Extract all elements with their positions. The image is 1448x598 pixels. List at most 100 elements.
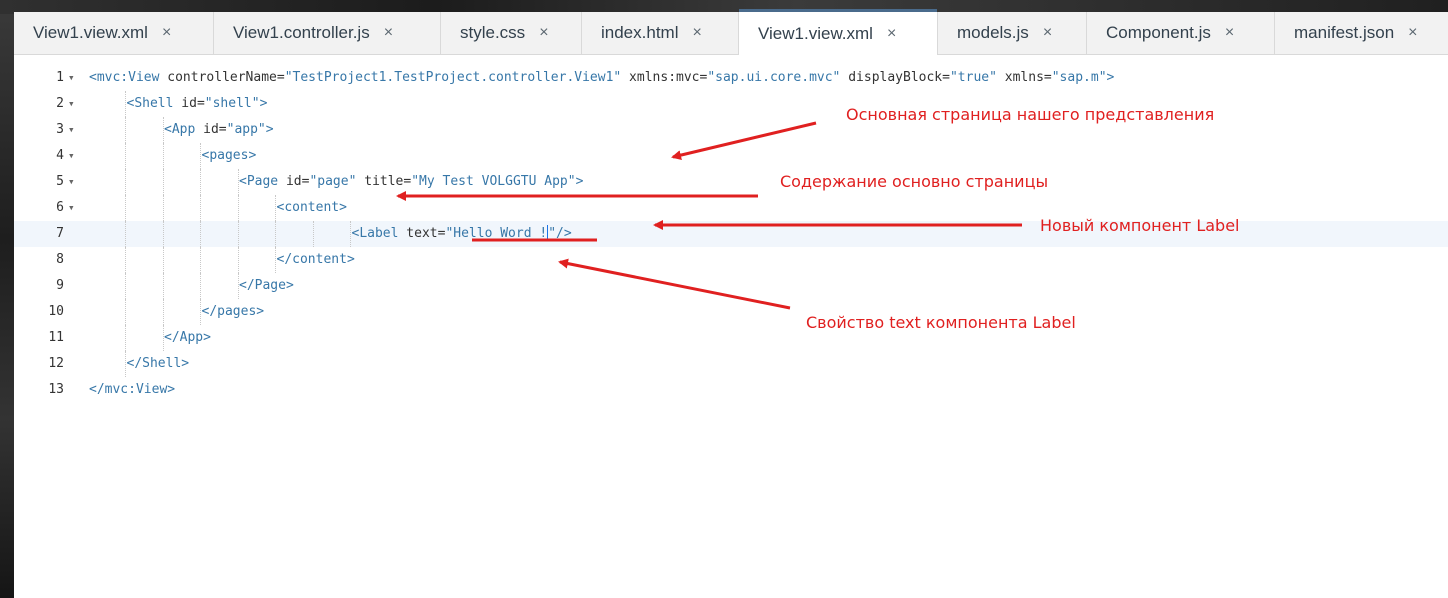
code-line[interactable]: 9 </Page> [14,273,1448,299]
line-number: 1 [56,70,64,85]
indent-guide [275,221,276,247]
code-token-tag: <Label [351,226,399,241]
code-token-tag: <App [164,122,196,137]
fold-toggle-icon[interactable]: ▾ [68,65,75,91]
code-token-tag: > [259,96,268,111]
tab-view1-view-xml-active[interactable]: View1.view.xml × [739,9,938,55]
annotation-label: Новый компонент Label [1040,216,1240,235]
line-number: 8 [56,252,64,267]
tab-label: models.js [957,23,1029,42]
code-line[interactable]: 2 ▾ <Shell id="shell"> [14,91,1448,117]
code-editor-window: View1.view.xml × View1.controller.js × sty… [14,9,1448,598]
code-token-tag: <mvc:View [89,70,160,85]
line-number: 13 [48,382,64,397]
code-token-val: "My Test VOLGGTU App" [411,174,576,189]
code-text: <Page id="page" title="My Test VOLGGTU A… [239,169,583,195]
code-editor-area[interactable]: 1 ▾ <mvc:View controllerName="TestProject1… [14,55,1448,598]
code-token-val: "shell" [204,96,260,111]
code-token-val: "true" [949,70,997,85]
fold-toggle-icon[interactable]: ▾ [68,91,75,117]
code-line[interactable]: 13 </mvc:View> [14,377,1448,403]
code-token-attr: xmlns= [996,70,1052,85]
tab-label: View1.controller.js [233,23,370,42]
code-text: </App> [164,325,211,351]
code-token-val: "TestProject1.TestProject.controller.Vie… [284,70,622,85]
indent-guide [125,247,126,273]
indent-guide [237,195,239,221]
code-line[interactable]: 8 </content> [14,247,1448,273]
tab-label: style.css [460,23,526,42]
fold-toggle-icon[interactable]: ▾ [68,117,75,143]
code-token-tag: <pages> [201,148,257,163]
annotation-text-property: Свойство text компонента Label [806,313,1076,332]
code-token-tag: > [1106,70,1115,85]
code-line[interactable]: 12 </Shell> [14,351,1448,377]
code-token-tag: </content> [276,252,355,267]
tab-view1-controller-js[interactable]: View1.controller.js × [214,12,441,54]
tab-style-css[interactable]: style.css × [441,12,582,54]
close-icon[interactable]: × [887,25,896,43]
fold-toggle-icon[interactable]: ▾ [68,195,75,221]
code-token-attr: xmlns:mvc= [621,70,708,85]
code-token-val: "page" [309,174,357,189]
line-number: 3 [56,122,64,137]
code-token-val: "sap.ui.core.mvc" [707,70,841,85]
indent-guide [125,169,126,195]
code-token-tag: > [575,174,584,189]
tab-component-js[interactable]: Component.js × [1087,12,1275,54]
indent-guide [162,221,164,247]
tab-label: Component.js [1106,23,1211,42]
code-text: <content> [277,195,347,221]
code-token-val: " [548,226,557,241]
indent-guide [125,143,126,169]
tab-models-js[interactable]: models.js × [938,12,1087,54]
code-token-val: "app" [226,122,266,137]
close-icon[interactable]: × [539,24,548,42]
code-token-tag: <Shell [126,96,174,111]
tab-view1-view-xml[interactable]: View1.view.xml × [14,12,214,54]
code-line[interactable]: 10 </pages> [14,299,1448,325]
code-line[interactable]: 3 ▾ <App id="app"> [14,117,1448,143]
tab-manifest-json[interactable]: manifest.json × [1275,12,1448,54]
indent-guide [200,169,201,195]
indent-guide [200,221,201,247]
line-number: 7 [56,226,64,241]
indent-guide [125,325,126,351]
code-line[interactable]: 4 ▾ <pages> [14,143,1448,169]
code-token-tag: /> [556,226,572,241]
indent-guide [162,195,164,221]
fold-toggle-icon[interactable]: ▾ [68,169,75,195]
line-number: 12 [48,356,64,371]
code-text: </Page> [239,273,294,299]
code-text: <mvc:View controllerName="TestProject1.T… [89,65,1114,91]
close-icon[interactable]: × [1225,24,1234,42]
code-line[interactable]: 5 ▾ <Page id="page" title="My Test VOLGGTU… [14,169,1448,195]
code-token-attr: id= [195,122,227,137]
close-icon[interactable]: × [384,24,393,42]
code-token-tag: </Shell> [126,356,190,371]
code-text: </mvc:View> [89,377,175,403]
line-number: 2 [56,96,64,111]
code-line[interactable]: 1 ▾ <mvc:View controllerName="TestProject1… [14,65,1448,91]
code-text: <Shell id="shell"> [127,91,268,117]
close-icon[interactable]: × [1408,24,1417,42]
indent-guide [125,117,126,143]
code-token-attr: text= [398,226,446,241]
close-icon[interactable]: × [692,24,701,42]
indent-guide [125,299,126,325]
indent-guide [125,273,126,299]
tab-index-html[interactable]: index.html × [582,12,739,54]
fold-toggle-icon[interactable]: ▾ [68,143,75,169]
code-token-tag: </Page> [239,278,294,293]
line-number: 5 [56,174,64,189]
code-token-attr: displayBlock= [840,70,950,85]
code-line[interactable]: 11 </App> [14,325,1448,351]
code-text: </Shell> [127,351,190,377]
close-icon[interactable]: × [1043,24,1052,42]
editor-tab-bar: View1.view.xml × View1.controller.js × sty… [14,9,1448,55]
indent-guide [200,195,201,221]
indent-guide [162,299,164,325]
code-text: <App id="app"> [164,117,274,143]
code-token-val: "Hello Word ! [445,226,548,241]
close-icon[interactable]: × [162,24,171,42]
